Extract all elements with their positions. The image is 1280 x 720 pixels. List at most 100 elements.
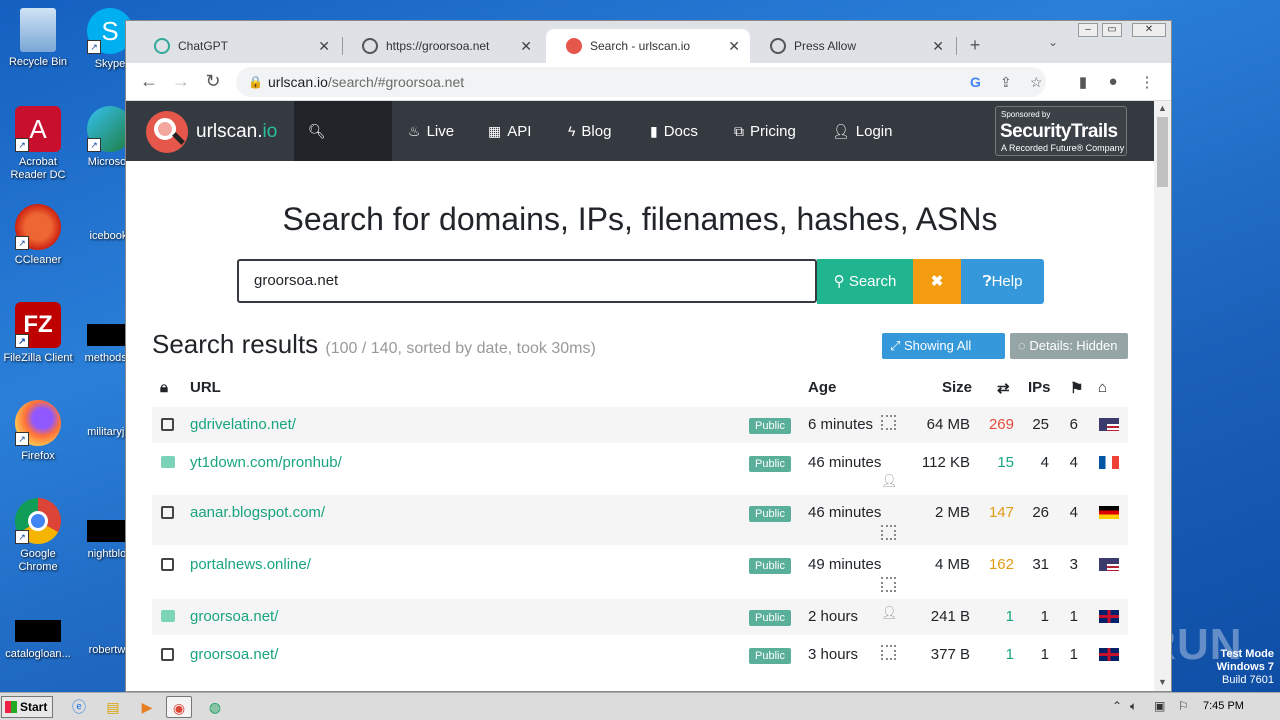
desktop-icon-label: Firefox	[21, 450, 55, 462]
table-row[interactable]: groorsoa.net/Public 2 hours 👤︎ 241 B 1 1 1	[152, 599, 1128, 635]
bookmark-star-icon[interactable]: ☆	[1030, 67, 1043, 97]
column-size[interactable]: Size	[942, 379, 972, 396]
result-age: 46 minutes	[808, 504, 882, 521]
desktop-icon-firefox[interactable]: ↗ Firefox	[0, 400, 76, 463]
profile-icon[interactable]: ●	[1104, 73, 1122, 90]
windows-logo-icon	[5, 701, 17, 713]
close-icon[interactable]: ✕	[728, 38, 740, 55]
search-button[interactable]: ⚲ Search	[817, 259, 913, 304]
search-input[interactable]: groorsoa.net	[237, 259, 817, 303]
result-requests: 1	[1005, 646, 1014, 663]
tab-groorsoa[interactable]: https://groorsoa.net ✕	[342, 29, 542, 63]
result-size: 377 B	[930, 646, 970, 663]
tray-expand-icon[interactable]: ⌃	[1112, 699, 1122, 713]
result-url[interactable]: yt1down.com/pronhub/	[190, 454, 342, 471]
column-url[interactable]: URL	[190, 379, 221, 396]
brand-name[interactable]: urlscan.io	[196, 121, 277, 143]
nav-search[interactable]: 🔍︎ Search	[294, 101, 392, 200]
nav-label: Blog	[581, 123, 612, 140]
start-button[interactable]: Start	[1, 696, 53, 718]
result-url[interactable]: portalnews.online/	[190, 556, 311, 573]
urlscan-logo-icon[interactable]	[146, 111, 188, 153]
details-hidden-button[interactable]: ◌ Details: Hidden	[1010, 333, 1128, 359]
desktop-icon-catalogloan[interactable]: catalogloan...	[0, 608, 76, 661]
desktop-icon-recycle-bin[interactable]: Recycle Bin	[0, 8, 76, 69]
desktop-icon-ccleaner[interactable]: ↗ CCleaner	[0, 204, 76, 267]
network-icon[interactable]: ▣	[1154, 699, 1165, 713]
tab-press-allow[interactable]: Press Allow ✕	[750, 29, 954, 63]
checkbox-icon[interactable]	[161, 648, 174, 661]
nav-login[interactable]: 👤︎ Login	[818, 101, 906, 161]
checkbox-icon[interactable]	[161, 506, 174, 519]
tab-urlscan[interactable]: Search - urlscan.io ✕	[546, 29, 750, 63]
sponsor-badge[interactable]: Sponsored by SecurityTrails A Recorded F…	[995, 106, 1127, 156]
address-bar[interactable]: 🔒 urlscan.io/search/#groorsoa.net G ⇪ ☆	[236, 67, 1046, 97]
nav-docs[interactable]: ▮ Docs	[636, 101, 712, 161]
table-row[interactable]: portalnews.online/Public 49 minutes 4 MB 16…	[152, 547, 1128, 597]
close-icon[interactable]: ✕	[932, 38, 944, 55]
share-icon[interactable]: ⇪	[1000, 67, 1012, 97]
close-icon[interactable]: ✕	[318, 38, 330, 55]
table-row[interactable]: yt1down.com/pronhub/Public 46 minutes 👤︎ 11…	[152, 445, 1128, 495]
ie-taskbar-icon[interactable]: ⓔ	[66, 696, 92, 718]
explorer-taskbar-icon[interactable]: ▤	[100, 696, 126, 718]
clock[interactable]: 7:45 PM	[1203, 700, 1244, 712]
result-url[interactable]: groorsoa.net/	[190, 608, 278, 625]
back-icon[interactable]: ←	[138, 71, 160, 92]
desktop-icon-acrobat[interactable]: A ↗ Acrobat Reader DC	[0, 106, 76, 182]
help-button[interactable]: ❓︎Help	[961, 259, 1044, 304]
showing-all-hits-button[interactable]: ⤢ Showing All Hits	[882, 333, 1005, 379]
result-url[interactable]: aanar.blogspot.com/	[190, 504, 325, 521]
desktop-icon-filezilla[interactable]: FZ ↗ FileZilla Client	[0, 302, 76, 365]
close-window-button[interactable]: ✕	[1132, 23, 1166, 37]
chrome-taskbar-icon[interactable]: ◉	[166, 696, 192, 718]
sidebar-icon[interactable]: ▮	[1074, 73, 1092, 91]
checkbox-icon[interactable]	[161, 418, 174, 431]
result-requests: 15	[997, 454, 1014, 471]
column-age[interactable]: Age	[808, 379, 836, 396]
checkbox-icon[interactable]	[161, 558, 174, 571]
desktop-icon-chrome[interactable]: ↗ Google Chrome	[0, 498, 76, 574]
nav-api[interactable]: ▦ API	[474, 101, 545, 161]
sponsor-small: Sponsored by	[1001, 110, 1051, 119]
desktop-icon-label: Recycle Bin	[8, 56, 68, 68]
nav-blog[interactable]: ϟ Blog	[554, 101, 625, 161]
minimize-button[interactable]: –	[1078, 23, 1098, 37]
edge-taskbar-icon[interactable]: ◍	[202, 696, 228, 718]
table-row[interactable]: aanar.blogspot.com/Public 46 minutes 2 MB 1…	[152, 495, 1128, 545]
maximize-button[interactable]: ▭	[1102, 23, 1122, 37]
os-info: Test Mode Windows 7 Build 7601	[1217, 648, 1274, 687]
brand-text: urlscan.	[196, 121, 263, 142]
scroll-thumb[interactable]	[1157, 117, 1168, 187]
chevron-down-icon[interactable]: ⌄	[1042, 35, 1064, 49]
column-ips[interactable]: IPs	[1028, 379, 1051, 396]
nav-live[interactable]: ♨ Live	[394, 101, 468, 161]
desktop-icon-label: Acrobat Reader DC	[10, 156, 66, 181]
reload-icon[interactable]: ↻	[202, 71, 224, 92]
clear-button[interactable]: ✖	[913, 259, 961, 304]
table-row[interactable]: groorsoa.net/Public 3 hours 377 B 1 1 1	[152, 637, 1128, 673]
nav-label: Pricing	[750, 123, 796, 140]
tab-chatgpt[interactable]: ChatGPT ✕	[134, 29, 340, 63]
home-icon: ⌂	[1098, 379, 1108, 396]
result-url[interactable]: groorsoa.net/	[190, 646, 278, 663]
desktop-icon-label: Skype	[94, 58, 126, 70]
table-row[interactable]: gdrivelatino.net/Public 6 minutes 64 MB 269…	[152, 407, 1128, 443]
google-icon[interactable]: G	[970, 67, 981, 97]
scroll-down-icon[interactable]: ▼	[1158, 677, 1167, 687]
new-tab-icon[interactable]: +	[964, 35, 986, 56]
forward-icon[interactable]: →	[170, 71, 192, 92]
visibility-badge: Public	[749, 648, 791, 664]
lock-icon: 🔒	[248, 75, 263, 89]
media-player-taskbar-icon[interactable]: ▶	[134, 696, 160, 718]
close-icon[interactable]: ✕	[520, 38, 532, 55]
scroll-up-icon[interactable]: ▲	[1158, 103, 1167, 113]
result-url[interactable]: gdrivelatino.net/	[190, 416, 296, 433]
flag-tray-icon[interactable]: ⚐	[1178, 699, 1189, 713]
desktop-icon-label: CCleaner	[14, 254, 62, 266]
scrollbar[interactable]: ▲ ▼	[1154, 101, 1171, 691]
nav-label: Search	[308, 183, 356, 200]
volume-icon[interactable]: 🔈︎	[1130, 699, 1137, 714]
nav-pricing[interactable]: ⧉ Pricing	[720, 101, 810, 161]
menu-icon[interactable]: ⋮	[1138, 73, 1156, 91]
